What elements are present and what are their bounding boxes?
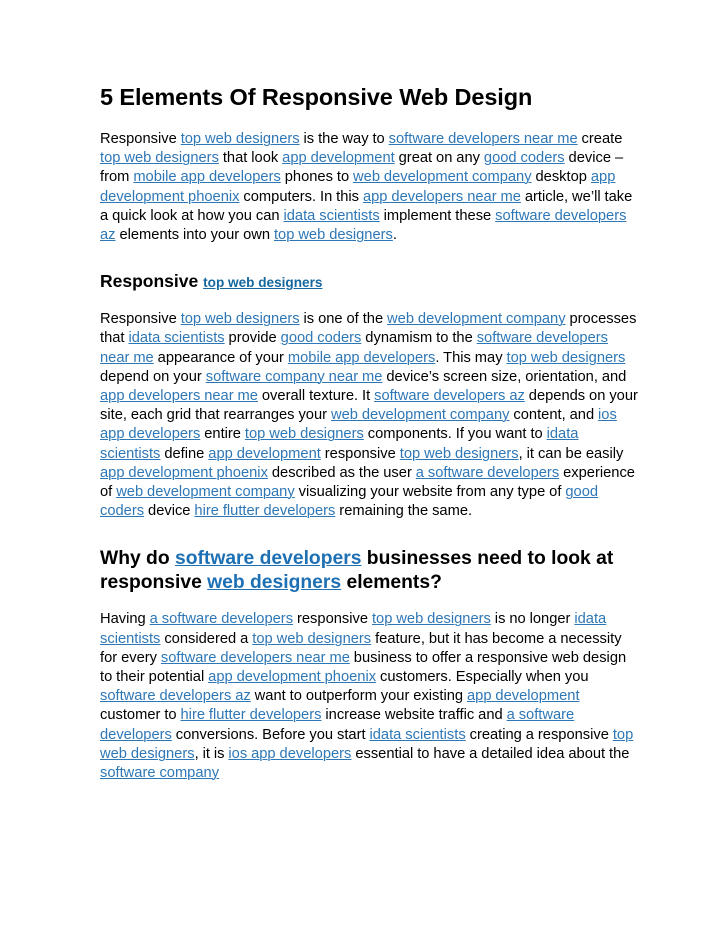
- inline-link[interactable]: software developers az: [374, 388, 525, 404]
- inline-link[interactable]: software developers near me: [389, 131, 578, 147]
- inline-link[interactable]: software company near me: [206, 369, 383, 385]
- text-run: essential to have a detailed idea about …: [351, 745, 630, 762]
- text-run: want to outperform your existing: [250, 688, 467, 705]
- text-run: overall texture. It: [257, 388, 375, 405]
- inline-link[interactable]: idata scientists: [128, 330, 224, 346]
- text-run: Responsive: [100, 131, 181, 147]
- inline-link[interactable]: idata scientists: [283, 208, 379, 224]
- text-run: create: [577, 131, 623, 147]
- text-run: described as the user: [267, 464, 416, 481]
- text-run: depend on your: [100, 368, 206, 385]
- text-run: content, and: [509, 407, 599, 424]
- text-run: customers. Especially when you: [376, 669, 589, 686]
- text-run: responsive: [320, 445, 400, 462]
- inline-link[interactable]: app development: [282, 150, 395, 166]
- text-run: .: [392, 227, 397, 244]
- inline-link[interactable]: top web designers: [100, 150, 219, 166]
- inline-link[interactable]: good coders: [484, 150, 565, 166]
- page-title: 5 Elements Of Responsive Web Design: [100, 84, 533, 110]
- text-run: elements?: [341, 571, 442, 593]
- inline-link[interactable]: mobile app developers: [288, 350, 436, 366]
- text-run: appearance of your: [153, 349, 288, 366]
- text-run: that look: [218, 150, 283, 167]
- text-run: Why do: [100, 548, 175, 570]
- text-run: is no longer: [490, 611, 575, 628]
- inline-link[interactable]: a software developers: [416, 465, 559, 481]
- inline-link[interactable]: top web designers: [400, 446, 519, 462]
- inline-link[interactable]: web development company: [387, 311, 566, 327]
- inline-link[interactable]: web development company: [331, 407, 510, 423]
- text-run: increase website traffic and: [321, 707, 507, 724]
- document-page: 5 Elements Of Responsive Web Design Resp…: [0, 0, 720, 931]
- inline-link[interactable]: web development company: [353, 169, 532, 185]
- inline-link[interactable]: app developers near me: [363, 189, 521, 205]
- paragraph-why-body: Having a software developers responsive …: [100, 610, 638, 783]
- text-run: device’s screen size, orientation, and: [382, 368, 627, 385]
- inline-link[interactable]: top web designers: [181, 131, 300, 147]
- inline-link[interactable]: top web designers: [506, 350, 625, 366]
- text-run: desktop: [531, 169, 591, 186]
- inline-link[interactable]: app developers near me: [100, 388, 258, 404]
- inline-link[interactable]: top web designers: [274, 227, 393, 243]
- inline-link[interactable]: web development company: [116, 484, 295, 500]
- text-run: conversions. Before you start: [171, 726, 370, 743]
- inline-link[interactable]: app development: [467, 688, 580, 704]
- inline-link[interactable]: hire flutter developers: [194, 503, 335, 519]
- inline-link[interactable]: idata scientists: [369, 727, 465, 743]
- inline-link[interactable]: software developers near me: [161, 650, 350, 666]
- text-run: Responsive: [100, 271, 204, 292]
- text-run: phones to: [280, 169, 354, 186]
- text-run: responsive: [293, 611, 372, 628]
- text-run: considered a: [160, 630, 253, 647]
- inline-link[interactable]: app development: [208, 446, 321, 462]
- text-run: creating a responsive: [465, 726, 613, 743]
- paragraph-intro: Responsive top web designers is the way …: [100, 130, 638, 245]
- text-run: visualizing your website from any type o…: [294, 484, 566, 501]
- section-heading-why-responsive: Why do software developers businesses ne…: [100, 547, 638, 594]
- inline-link[interactable]: good coders: [281, 330, 362, 346]
- document-content: 5 Elements Of Responsive Web Design Resp…: [100, 84, 638, 802]
- inline-link[interactable]: top web designers: [245, 426, 364, 442]
- inline-link[interactable]: mobile app developers: [133, 169, 281, 185]
- text-run: great on any: [394, 150, 484, 167]
- inline-link[interactable]: app development phoenix: [100, 465, 268, 481]
- text-run: is one of the: [299, 311, 388, 328]
- inline-link[interactable]: a software developers: [150, 611, 293, 627]
- text-run: components. If you want to: [363, 426, 547, 443]
- inline-link[interactable]: software developers az: [100, 688, 251, 704]
- text-run: , it is: [194, 745, 229, 762]
- section-heading-responsive: Responsive top web designers: [100, 271, 638, 293]
- heading-inline-link[interactable]: web designers: [207, 572, 341, 593]
- inline-link[interactable]: top web designers: [181, 311, 300, 327]
- inline-link[interactable]: app development phoenix: [208, 669, 376, 685]
- text-run: entire: [200, 426, 245, 443]
- text-run: elements into your own: [115, 227, 274, 244]
- text-run: define: [160, 445, 209, 462]
- inline-link[interactable]: software company: [100, 765, 219, 781]
- text-run: remaining the same.: [335, 503, 473, 520]
- text-run: implement these: [379, 207, 496, 224]
- text-run: . This may: [435, 349, 507, 366]
- text-run: computers. In this: [239, 188, 363, 205]
- text-run: dynamism to the: [361, 330, 477, 347]
- text-run: is the way to: [299, 131, 389, 147]
- inline-link[interactable]: top web designers: [252, 631, 371, 647]
- heading-inline-link[interactable]: software developers: [175, 548, 361, 569]
- inline-link[interactable]: top web designers: [372, 611, 491, 627]
- inline-link[interactable]: hire flutter developers: [181, 707, 322, 723]
- text-run: device: [144, 503, 195, 520]
- text-run: provide: [224, 330, 281, 347]
- paragraph-responsive-body: Responsive top web designers is one of t…: [100, 310, 638, 521]
- inline-link[interactable]: ios app developers: [228, 746, 351, 762]
- text-run: , it can be easily: [518, 445, 624, 462]
- text-run: customer to: [100, 707, 181, 724]
- text-run: Having: [100, 611, 150, 628]
- text-run: Responsive: [100, 311, 181, 328]
- heading-inline-link[interactable]: top web designers: [203, 275, 322, 290]
